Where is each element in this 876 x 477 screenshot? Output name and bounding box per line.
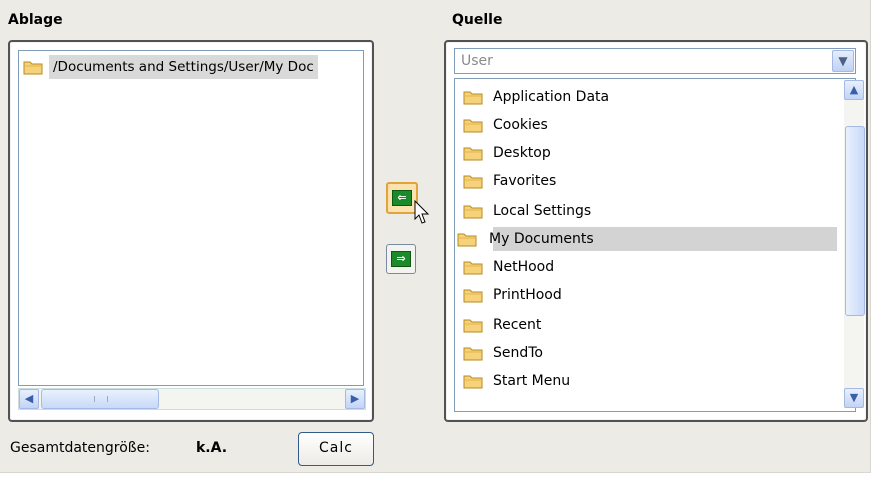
scroll-down-icon[interactable]: ▼	[844, 388, 864, 408]
list-item-selected[interactable]: My Documents	[493, 227, 837, 251]
calc-button[interactable]: Calc	[298, 432, 374, 466]
total-size-value: k.A.	[196, 440, 228, 456]
folder-icon	[463, 259, 483, 275]
total-size-label: Gesamtdatengröße:	[10, 440, 150, 456]
list-item[interactable]: Recent	[461, 313, 839, 337]
scroll-left-icon[interactable]: ◀	[19, 389, 39, 409]
list-item-label: Recent	[493, 317, 542, 333]
list-item-label: Desktop	[493, 145, 551, 161]
arrow-right-icon: ⇒	[391, 251, 411, 267]
list-item-label: Local Settings	[493, 203, 592, 219]
source-dropdown[interactable]: User ▼	[454, 48, 856, 74]
list-item-label: Cookies	[493, 117, 548, 133]
ablage-item-label: /Documents and Settings/User/My Doc	[49, 55, 318, 79]
folder-icon	[463, 89, 483, 105]
list-item[interactable]: Favorites	[461, 169, 839, 193]
scroll-right-icon[interactable]: ▶	[345, 389, 365, 409]
window: Ablage Quelle /Documents and Settings/Us…	[0, 0, 876, 477]
chevron-down-icon[interactable]: ▼	[832, 50, 854, 72]
folder-icon	[463, 317, 483, 333]
list-item[interactable]: Desktop	[461, 141, 839, 165]
scroll-thumb[interactable]	[845, 126, 865, 316]
mouse-cursor-icon	[414, 200, 430, 224]
horizontal-scrollbar[interactable]: ◀ ▶	[18, 388, 366, 410]
folder-icon	[463, 203, 483, 219]
dropdown-value: User	[461, 53, 493, 69]
ablage-list-item[interactable]: /Documents and Settings/User/My Doc	[19, 55, 355, 79]
folder-icon	[463, 287, 483, 303]
list-item[interactable]: PrintHood	[461, 283, 839, 307]
folder-icon	[23, 59, 43, 75]
list-item-label: Start Menu	[493, 373, 571, 389]
move-right-button[interactable]: ⇒	[386, 244, 416, 274]
list-item-label: Favorites	[493, 173, 557, 189]
list-item-label: NetHood	[493, 259, 555, 275]
quelle-label: Quelle	[452, 12, 503, 28]
list-item[interactable]: SendTo	[461, 341, 839, 365]
quelle-list[interactable]: Application Data Cookies Desktop Favorit…	[454, 78, 856, 412]
scroll-up-icon[interactable]: ▲	[844, 80, 864, 100]
ablage-list[interactable]: /Documents and Settings/User/My Doc	[18, 50, 364, 386]
folder-icon	[463, 345, 483, 361]
ablage-panel: /Documents and Settings/User/My Doc ◀ ▶	[8, 40, 374, 422]
folder-icon	[463, 145, 483, 161]
arrow-left-icon: ⇐	[392, 190, 412, 206]
quelle-panel: User ▼ Application Data Cookies Desktop …	[444, 40, 868, 422]
list-item[interactable]: Cookies	[461, 113, 839, 137]
folder-icon	[463, 373, 483, 389]
list-item[interactable]: Local Settings	[461, 199, 839, 223]
folder-icon	[463, 117, 483, 133]
ablage-label: Ablage	[8, 12, 63, 28]
list-item[interactable]: NetHood	[461, 255, 839, 279]
list-item-label: PrintHood	[493, 287, 562, 303]
folder-icon	[457, 231, 477, 247]
list-item-label: My Documents	[489, 231, 594, 247]
vertical-scrollbar[interactable]: ▲ ▼	[844, 80, 865, 408]
folder-icon	[463, 173, 483, 189]
scroll-thumb[interactable]	[41, 389, 159, 409]
list-item-label: SendTo	[493, 345, 543, 361]
list-item[interactable]: Start Menu	[461, 369, 839, 393]
list-item-label: Application Data	[493, 89, 610, 105]
list-item[interactable]: Application Data	[461, 85, 839, 109]
